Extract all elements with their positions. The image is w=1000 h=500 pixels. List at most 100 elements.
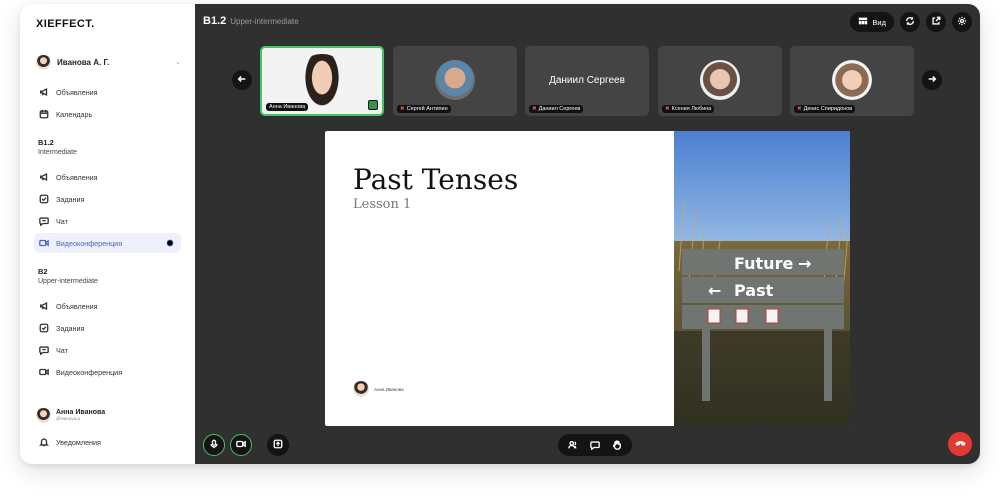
participant-tile[interactable]: Даниил Сергеев ✖ Даниил Сергеев (525, 46, 649, 116)
sidebar-item-label: Видеоконференция (56, 238, 123, 248)
end-call-button[interactable] (948, 432, 972, 456)
user-switcher[interactable]: Иванова А. Г. ⌄ (36, 53, 181, 71)
camera-toggle[interactable] (230, 434, 252, 456)
participant-tile[interactable]: ✖ Сергей Антипин (393, 46, 517, 116)
mic-off-icon: ✖ (797, 106, 802, 112)
sidebar-item-b12-chat[interactable]: Чат (34, 211, 181, 231)
participant-name: Анна Иванова (269, 104, 306, 110)
participant-tile[interactable]: ✖ Денис Спиридонов (790, 46, 914, 116)
participant-name-tag: ✖ Денис Спиридонов (794, 105, 856, 113)
room-controls (558, 434, 632, 456)
collapse-icon (905, 13, 915, 31)
sidebar-item-label: Объявления (56, 87, 98, 97)
task-icon (38, 322, 50, 334)
participants-next-button[interactable] (922, 70, 942, 90)
shared-slide: Past Tenses Lesson 1 Анна Иванова Future… (325, 131, 850, 426)
chat-icon (590, 441, 600, 450)
sidebar: XIEFFECT. Иванова А. Г. ⌄ Объявления Кал… (20, 4, 195, 464)
group-title-b12: B1.2 (38, 138, 54, 147)
settings-button[interactable] (952, 12, 972, 32)
sign-future-text: Future (734, 254, 793, 273)
sidebar-item-label: Календарь (56, 109, 93, 119)
slide-subtitle: Lesson 1 (353, 197, 412, 212)
sign-future-arrow: → (798, 254, 811, 273)
user-name: Иванова А. Г. (57, 57, 110, 67)
fullscreen-button[interactable] (900, 12, 920, 32)
layout-grid-icon (858, 16, 868, 28)
app-window: XIEFFECT. Иванова А. Г. ⌄ Объявления Кал… (20, 4, 980, 464)
chevron-down-icon: ⌄ (175, 59, 181, 66)
conference-stage: B1.2Upper-intermediate Вид Анна Иванова (195, 4, 980, 464)
calendar-icon (38, 108, 50, 120)
sidebar-item-notifications[interactable]: Уведомления (34, 432, 181, 452)
participant-video (700, 60, 740, 100)
slide-author: Анна Иванова (353, 381, 404, 397)
sidebar-item-label: Объявления (56, 172, 98, 182)
sidebar-item-b12-tasks[interactable]: Задания (34, 189, 181, 209)
participant-name: Сергей Антипин (406, 106, 448, 112)
app-logo: XIEFFECT. (36, 18, 95, 30)
participant-name: Ксения Любина (671, 106, 712, 112)
view-button-label: Вид (872, 17, 886, 27)
camera-icon (236, 436, 246, 454)
sidebar-item-label: Задания (56, 323, 85, 333)
participant-name: Денис Спиридонов (803, 106, 853, 112)
mic-off-icon: ✖ (665, 106, 670, 112)
sidebar-item-b2-videoconference[interactable]: Видеоконференция (34, 362, 181, 382)
open-external-button[interactable] (926, 12, 946, 32)
sidebar-item-label: Уведомления (56, 437, 101, 447)
chat-icon (38, 344, 50, 356)
sidebar-item-b12-videoconference[interactable]: Видеоконференция (34, 233, 181, 253)
participant-name-tag: ✖ Ксения Любина (662, 105, 715, 113)
sidebar-item-b2-tasks[interactable]: Задания (34, 318, 181, 338)
sidebar-item-calendar[interactable]: Календарь (34, 104, 181, 124)
slide-title: Past Tenses (353, 163, 519, 196)
participants-prev-button[interactable] (232, 70, 252, 90)
microphone-toggle[interactable] (203, 434, 225, 456)
participant-name-tag: ✖ Даниил Сергеев (529, 105, 584, 113)
chat-button[interactable] (590, 440, 600, 450)
sidebar-item-label: Объявления (56, 301, 98, 311)
footer-user[interactable]: Анна Иванова @ivanova.a (36, 408, 105, 423)
megaphone-icon (38, 171, 50, 183)
sidebar-item-label: Задания (56, 194, 85, 204)
megaphone-icon (38, 86, 50, 98)
sidebar-item-b2-chat[interactable]: Чат (34, 340, 181, 360)
avatar (36, 54, 51, 70)
gear-icon (957, 13, 967, 31)
slide-author-name: Анна Иванова (374, 386, 404, 392)
participant-video (832, 60, 872, 100)
task-icon (38, 193, 50, 205)
phone-hangup-icon (954, 435, 966, 453)
sidebar-item-label: Видеоконференция (56, 367, 123, 377)
arrow-left-icon (237, 71, 247, 89)
avatar (353, 381, 369, 397)
sidebar-item-label: Чат (56, 216, 68, 226)
group-title-b2: B2 (38, 267, 48, 276)
megaphone-icon (38, 300, 50, 312)
mic-off-icon: ✖ (400, 106, 405, 112)
avatar (36, 408, 51, 423)
raise-hand-button[interactable] (612, 440, 622, 450)
participant-name-tag: Анна Иванова (266, 103, 309, 111)
sidebar-item-b2-announcements[interactable]: Объявления (34, 296, 181, 316)
participant-tile[interactable]: ✖ Ксения Любина (658, 46, 782, 116)
participant-video (435, 60, 475, 100)
video-icon (38, 366, 50, 378)
participants-button[interactable] (568, 440, 578, 450)
view-button[interactable]: Вид (850, 12, 894, 32)
sidebar-item-b12-announcements[interactable]: Объявления (34, 167, 181, 187)
participant-tile[interactable]: Анна Иванова (260, 46, 384, 116)
gear-icon[interactable] (166, 239, 175, 248)
participant-display-name: Даниил Сергеев (549, 75, 625, 86)
footer-user-handle: @ivanova.a (56, 415, 80, 421)
group-subtitle-b2: Upper-intermediate (38, 278, 98, 285)
video-icon (38, 237, 50, 249)
sidebar-item-announcements[interactable]: Объявления (34, 82, 181, 102)
top-toolbar: Вид (850, 12, 972, 32)
conference-subtitle: Upper-intermediate (230, 17, 299, 26)
media-controls (203, 434, 252, 456)
camera-on-icon (368, 100, 378, 110)
users-icon (568, 441, 577, 449)
screen-share-button[interactable] (267, 434, 289, 456)
